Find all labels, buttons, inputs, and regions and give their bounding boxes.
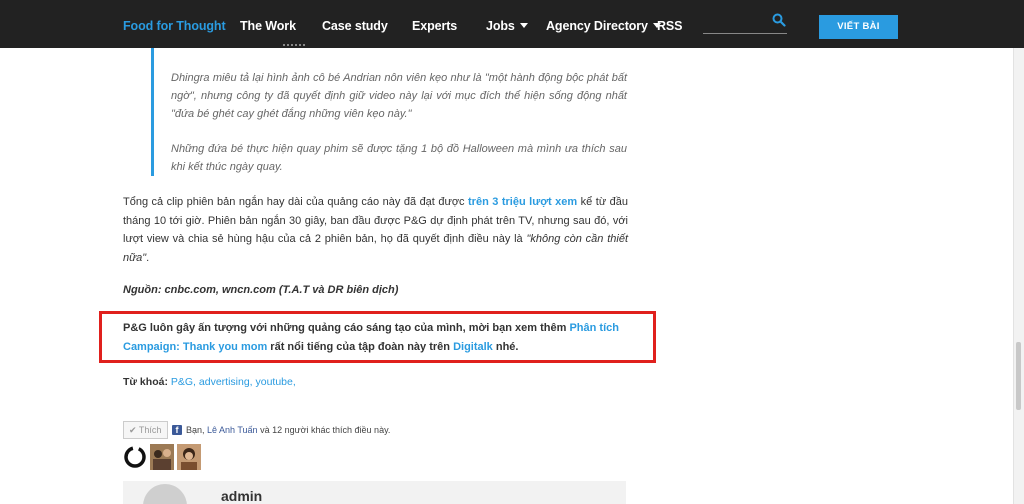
nav-item-rss[interactable]: RSS xyxy=(657,19,683,33)
nav-item-case-study[interactable]: Case study xyxy=(322,19,388,33)
scrollbar-track[interactable] xyxy=(1013,48,1024,504)
promo-paragraph: P&G luôn gây ấn tượng với những quảng cá… xyxy=(123,319,631,356)
quote-overflow-mark xyxy=(283,42,305,46)
tags-links[interactable]: P&G, advertising, youtube, xyxy=(171,376,296,388)
nav-item-the-work[interactable]: The Work xyxy=(240,19,296,33)
search-icon[interactable] xyxy=(772,13,786,27)
fb-like-label: Thích xyxy=(138,425,162,435)
check-icon: ✔ xyxy=(129,425,137,435)
nav-brand-link[interactable]: Food for Thought xyxy=(123,19,226,33)
friend-avatar[interactable] xyxy=(123,444,147,470)
quote-paragraph-1: Dhingra miêu tả lại hình ảnh cô bé Andri… xyxy=(171,72,627,120)
nav-item-agency-directory-label: Agency Directory xyxy=(546,19,648,33)
nav-item-jobs-label: Jobs xyxy=(486,19,515,33)
write-post-button[interactable]: VIẾT BÀI xyxy=(819,15,898,39)
body-text: . xyxy=(146,251,150,264)
nav-item-jobs[interactable]: Jobs xyxy=(486,19,528,33)
chevron-down-icon xyxy=(519,23,528,28)
circle-logo-icon xyxy=(124,446,146,468)
source-credit: Nguồn: cnbc.com, wncn.com (T.A.T và DR b… xyxy=(123,284,399,296)
friend-avatar[interactable] xyxy=(150,444,174,470)
nav-item-experts[interactable]: Experts xyxy=(412,19,457,33)
fb-like-button[interactable]: ✔ Thích xyxy=(123,421,168,439)
person-photo-icon xyxy=(177,444,201,470)
fb-text: và 12 người khác thích điều này. xyxy=(257,425,391,435)
search-input[interactable] xyxy=(703,33,787,34)
digitalk-link[interactable]: Digitalk xyxy=(453,341,493,353)
promo-text: P&G luôn gây ấn tượng với những quảng cá… xyxy=(123,322,570,334)
promo-text: rất nổi tiếng của tập đoàn này trên xyxy=(267,340,454,353)
body-text: Tổng cả clip phiên bản ngắn hay dài của … xyxy=(123,196,469,208)
quote-paragraph-2: Những đứa bé thực hiện quay phim sẽ được… xyxy=(171,143,627,173)
friend-avatar[interactable] xyxy=(177,444,201,470)
fb-likes-text: Bạn, Lê Anh Tuấn và 12 người khác thích … xyxy=(186,425,390,435)
tags-label: Từ khoá: xyxy=(123,376,168,388)
fb-text: Bạn, xyxy=(186,425,208,435)
nav-item-agency-directory[interactable]: Agency Directory xyxy=(546,19,661,33)
fb-friend-link[interactable]: Lê Anh Tuấn xyxy=(207,425,258,435)
tags-line: Từ khoá: P&G, advertising, youtube, xyxy=(123,376,296,388)
views-link[interactable]: trên 3 triệu lượt xem xyxy=(468,196,577,208)
author-box xyxy=(123,481,626,504)
promo-text: nhé. xyxy=(492,340,519,353)
scrollbar-thumb[interactable] xyxy=(1016,342,1021,410)
blockquote-border xyxy=(151,48,154,176)
person-photo-icon xyxy=(150,444,174,470)
facebook-icon: f xyxy=(172,425,182,435)
body-paragraph: Tổng cả clip phiên bản ngắn hay dài của … xyxy=(123,193,628,267)
author-name[interactable]: admin xyxy=(221,488,262,504)
